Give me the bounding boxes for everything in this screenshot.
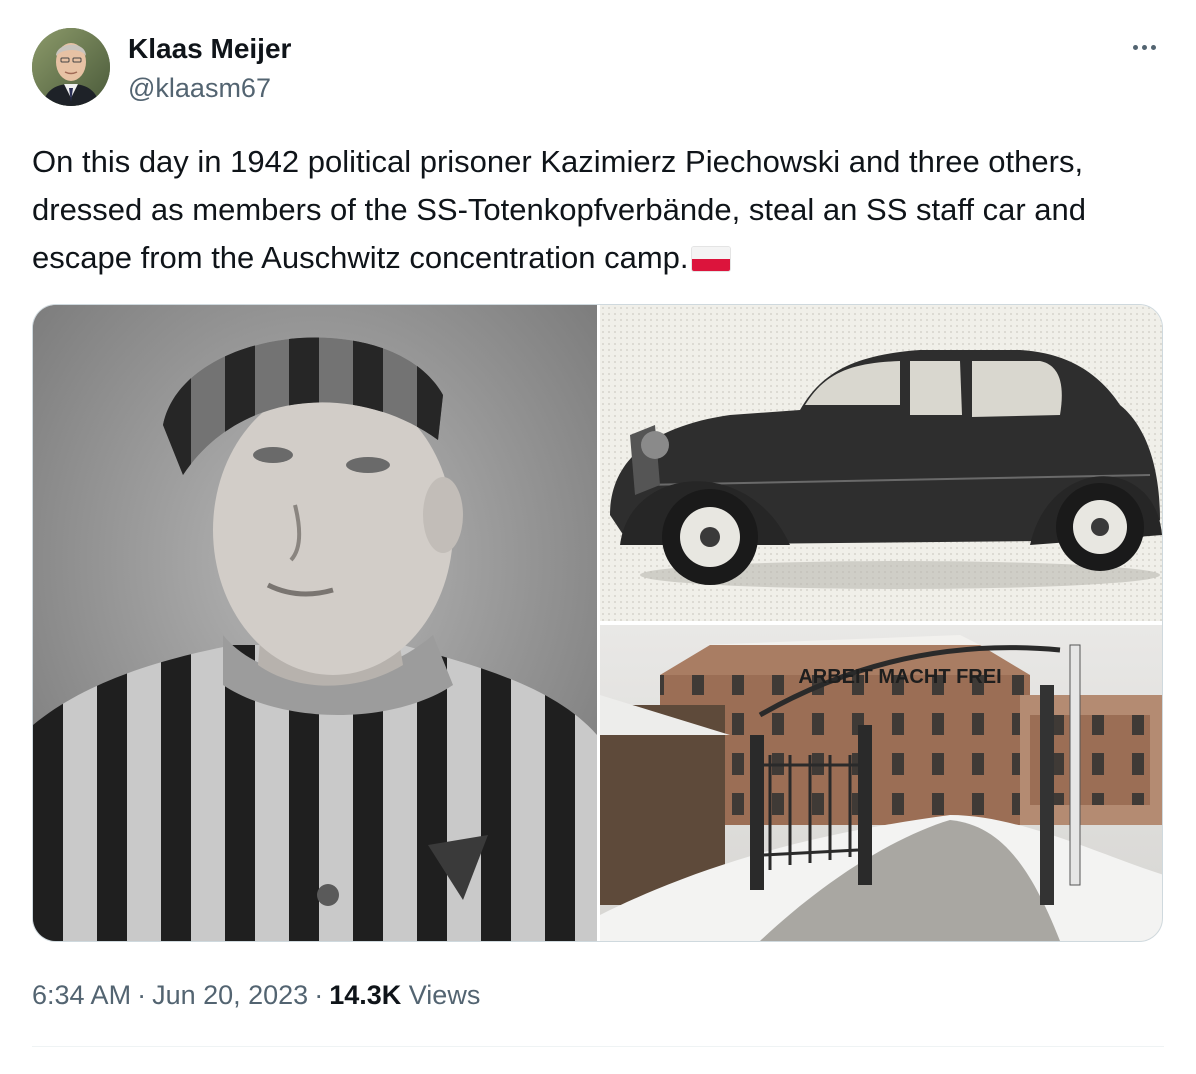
gate-photo-icon: ARBEIT MACHT FREI bbox=[600, 625, 1162, 941]
tweet-text: On this day in 1942 political prisoner K… bbox=[32, 138, 1152, 282]
views-count: 14.3K bbox=[329, 980, 402, 1010]
portrait-photo-icon bbox=[33, 305, 597, 941]
views-label: Views bbox=[408, 980, 481, 1010]
car-photo-icon bbox=[600, 305, 1162, 621]
auschwitz-gate-photo[interactable]: ARBEIT MACHT FREI bbox=[600, 625, 1162, 941]
profile-photo-icon bbox=[32, 28, 110, 106]
ellipsis-icon bbox=[1132, 44, 1138, 50]
tweet-header: Klaas Meijer @klaasm67 bbox=[32, 28, 1164, 108]
display-name[interactable]: Klaas Meijer bbox=[128, 32, 291, 66]
avatar[interactable] bbox=[32, 28, 110, 106]
tweet-date[interactable]: Jun 20, 2023 bbox=[152, 980, 308, 1010]
tweet: Klaas Meijer @klaasm67 On this day in 19… bbox=[0, 0, 1196, 1074]
staff-car-photo[interactable] bbox=[600, 305, 1162, 621]
media-grid: ARBEIT MACHT FREI bbox=[32, 304, 1163, 942]
prisoner-portrait-photo[interactable] bbox=[33, 305, 597, 941]
tweet-body: On this day in 1942 political prisoner K… bbox=[32, 144, 1087, 275]
ellipsis-icon bbox=[1141, 44, 1147, 50]
more-options-button[interactable] bbox=[1124, 32, 1164, 62]
flag-poland-icon bbox=[690, 246, 731, 272]
user-info: Klaas Meijer @klaasm67 bbox=[128, 32, 291, 105]
separator: · bbox=[314, 980, 324, 1010]
ellipsis-icon bbox=[1150, 44, 1156, 50]
gate-sign-text: ARBEIT MACHT FREI bbox=[798, 666, 1001, 688]
separator: · bbox=[137, 980, 147, 1010]
user-handle[interactable]: @klaasm67 bbox=[128, 71, 291, 105]
divider bbox=[32, 1046, 1164, 1047]
tweet-time[interactable]: 6:34 AM bbox=[32, 980, 131, 1010]
tweet-meta: 6:34 AM · Jun 20, 2023 · 14.3K Views bbox=[32, 977, 480, 1013]
